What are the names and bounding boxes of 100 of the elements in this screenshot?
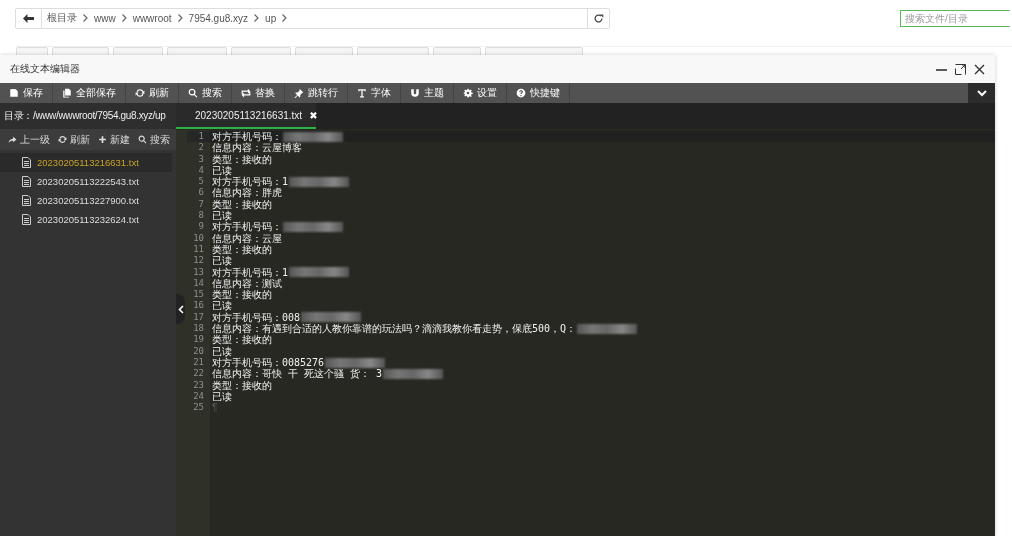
- code-line: 已读: [212, 390, 232, 403]
- breadcrumb-link[interactable]: 根目录: [47, 11, 77, 25]
- code-line: ¶: [212, 402, 218, 414]
- maximize-icon[interactable]: [955, 63, 966, 75]
- chevron-down-icon: [976, 89, 987, 97]
- code-line: 类型：接收的: [212, 379, 272, 391]
- window-title: 在线文本编辑器: [10, 62, 80, 76]
- line-number: 8: [197, 210, 205, 222]
- pushpin-icon: [294, 88, 304, 98]
- line-number: 19: [192, 334, 205, 346]
- settings-icon: [463, 88, 473, 98]
- code-line: 已读: [212, 345, 232, 357]
- back-button[interactable]: [16, 8, 42, 28]
- close-icon[interactable]: [974, 63, 985, 75]
- sidebar-action[interactable]: 新建: [98, 132, 130, 147]
- code-line: 类型：接收的: [212, 153, 272, 165]
- dropdown-button[interactable]: [968, 83, 995, 103]
- line-number: 3: [197, 153, 205, 165]
- file-item[interactable]: 20230205113222543.txt: [0, 172, 172, 191]
- code-line: 对方手机号码：1: [212, 266, 289, 278]
- line-number: 15: [192, 289, 205, 301]
- file-tab[interactable]: 20230205113216631.txt ✖: [176, 103, 316, 129]
- redaction-blur: [383, 368, 444, 379]
- redaction-blur: [283, 222, 343, 232]
- code-line: 对方手机号码：: [212, 131, 282, 143]
- chevron-left-icon: [177, 304, 184, 314]
- code-line: 类型：接收的: [212, 289, 272, 301]
- line-number: 18: [192, 323, 205, 335]
- chevron-icon: [282, 14, 288, 22]
- close-tab-button[interactable]: ✖: [309, 109, 318, 121]
- line-number: 7: [197, 198, 205, 211]
- redaction-blur: [289, 176, 350, 187]
- line-number: 5: [197, 176, 205, 188]
- line-number: 6: [197, 187, 205, 199]
- code-line: 信息内容：胖虎: [212, 187, 282, 199]
- chevron-icon: [83, 14, 88, 22]
- sidebar-action[interactable]: 刷新: [58, 132, 90, 147]
- file-item[interactable]: 20230205113232624.txt: [0, 210, 172, 229]
- redaction-blur: [301, 312, 362, 323]
- line-number: 12: [192, 255, 205, 267]
- search-icon: [138, 135, 147, 144]
- reload-button[interactable]: [587, 8, 609, 28]
- documents-icon: [62, 88, 72, 98]
- search-field[interactable]: 搜索文件/目录: [900, 9, 1010, 27]
- line-number: 25: [192, 402, 205, 414]
- code-line: 已读: [212, 164, 232, 177]
- line-number: 2: [197, 142, 205, 154]
- refresh-icon: [593, 12, 604, 24]
- line-number: 17: [192, 311, 205, 324]
- refresh-icon: [58, 135, 67, 144]
- line-number: 11: [192, 243, 205, 256]
- code-line: 类型：接收的: [212, 334, 272, 346]
- sidebar-action[interactable]: 搜索: [138, 132, 170, 147]
- line-number: 14: [192, 277, 205, 290]
- breadcrumb-link[interactable]: wwwroot: [132, 12, 172, 24]
- font-icon: [357, 88, 367, 98]
- chevron-icon: [121, 14, 127, 22]
- line-number: 10: [192, 232, 205, 244]
- search-icon: [188, 88, 198, 98]
- code-line: 已读: [212, 255, 232, 267]
- help-icon: [516, 88, 526, 98]
- swap-arrows-icon: [241, 88, 251, 98]
- breadcrumb-link[interactable]: up: [265, 12, 277, 24]
- code-line: 信息内容：云屋博客: [212, 142, 302, 154]
- redaction-blur: [577, 323, 638, 334]
- line-number: 21: [192, 356, 205, 369]
- code-line: 信息内容：云屋: [212, 232, 282, 244]
- breadcrumb-link[interactable]: www: [94, 12, 116, 24]
- code-line: 对方手机号码：008: [212, 311, 301, 324]
- line-number: 4: [197, 164, 205, 177]
- redaction-blur: [289, 267, 350, 278]
- chevron-icon: [254, 14, 260, 22]
- document-icon: [22, 195, 31, 206]
- code-line: 对方手机号码：: [212, 221, 282, 233]
- line-number: 1: [187, 131, 210, 143]
- document-icon: [22, 214, 31, 225]
- sidebar-action[interactable]: 上一级: [8, 132, 50, 147]
- magnet-icon: [410, 88, 420, 98]
- code-line: 信息内容：有遇到合适的人教你靠谱的玩法吗？滴滴我教你看走势，保底500，Q：: [212, 323, 577, 335]
- refresh-icon: [135, 88, 145, 98]
- chevron-icon: [177, 14, 183, 22]
- redaction-blur: [283, 131, 343, 142]
- line-number: 23: [192, 379, 205, 391]
- document-icon: [22, 176, 31, 187]
- collapse-handle[interactable]: [176, 294, 185, 324]
- code-line: 信息内容：测试: [212, 277, 282, 289]
- file-item[interactable]: 20230205113216631.txt: [0, 153, 172, 172]
- redaction-blur: [325, 357, 386, 368]
- code-line: 已读: [212, 210, 232, 222]
- code-line: 类型：接收的: [212, 243, 272, 256]
- line-number: 22: [192, 368, 205, 380]
- line-number: 13: [192, 266, 205, 278]
- line-number: 24: [192, 390, 205, 403]
- file-item[interactable]: 20230205113227900.txt: [0, 191, 172, 210]
- directory-path: 目录：/www/wwwroot/7954.gu8.xyz/up: [0, 103, 176, 129]
- code-line: 类型：接收的: [212, 198, 272, 211]
- breadcrumb-link[interactable]: 7954.gu8.xyz: [188, 12, 249, 24]
- line-number: 16: [192, 300, 205, 312]
- back-arrow-icon: [23, 13, 34, 23]
- code-line: 已读: [212, 300, 232, 312]
